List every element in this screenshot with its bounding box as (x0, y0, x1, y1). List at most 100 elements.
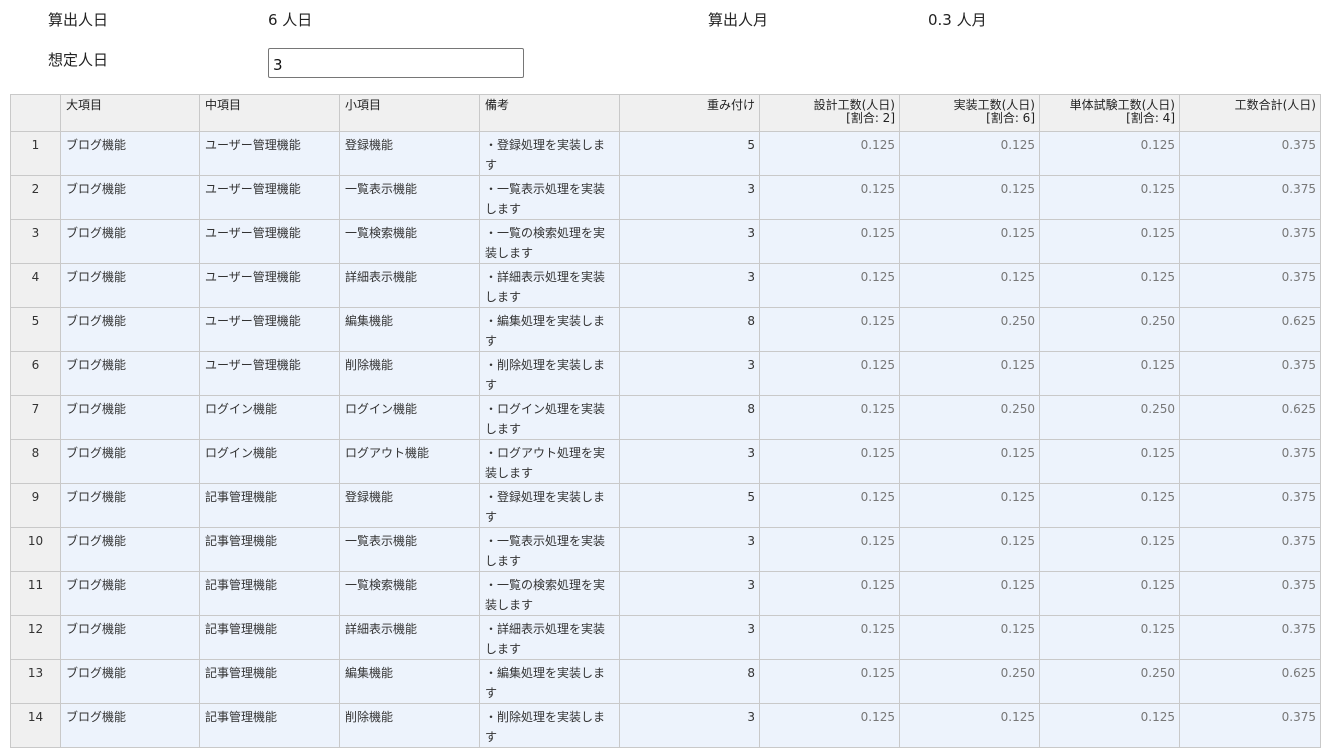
impl-effort-cell: 0.125 (899, 351, 1040, 396)
unit-test-effort-cell: 0.125 (1039, 263, 1180, 308)
unit-test-effort-cell: 0.125 (1039, 703, 1180, 748)
design-effort-cell: 0.125 (759, 615, 900, 660)
table-row[interactable]: 7 ブログ機能 ログイン機能 ログイン機能 ・ログイン処理を実装します 8 0.125 0.2… (10, 395, 1321, 440)
row-number: 7 (10, 395, 61, 440)
major-item-cell: ブログ機能 (60, 527, 200, 572)
total-effort-cell: 0.375 (1179, 571, 1321, 616)
middle-item-cell: ユーザー管理機能 (199, 219, 340, 264)
weight-cell: 3 (619, 571, 760, 616)
impl-effort-cell: 0.125 (899, 483, 1040, 528)
total-effort-cell: 0.375 (1179, 439, 1321, 484)
design-effort-cell: 0.125 (759, 439, 900, 484)
major-item-cell: ブログ機能 (60, 175, 200, 220)
calc-months-label: 算出人月 (708, 11, 769, 29)
note-cell: ・一覧表示処理を実装します (479, 175, 620, 220)
middle-item-cell: 記事管理機能 (199, 703, 340, 748)
unit-test-effort-cell: 0.125 (1039, 351, 1180, 396)
calc-months-value: 0.3 人月 (928, 11, 987, 29)
impl-effort-cell: 0.250 (899, 395, 1040, 440)
design-effort-cell: 0.125 (759, 659, 900, 704)
impl-effort-cell: 0.250 (899, 307, 1040, 352)
impl-effort-cell: 0.125 (899, 703, 1040, 748)
note-cell: ・編集処理を実装します (479, 659, 620, 704)
row-number: 10 (10, 527, 61, 572)
total-effort-cell: 0.375 (1179, 615, 1321, 660)
minor-item-cell: 一覧表示機能 (339, 175, 480, 220)
weight-cell: 8 (619, 307, 760, 352)
table-row[interactable]: 8 ブログ機能 ログイン機能 ログアウト機能 ・ログアウト処理を実装します 3 0.125 0… (10, 439, 1321, 484)
table-row[interactable]: 6 ブログ機能 ユーザー管理機能 削除機能 ・削除処理を実装します 3 0.125 0.125… (10, 351, 1321, 396)
minor-item-cell: 削除機能 (339, 703, 480, 748)
table-row[interactable]: 14 ブログ機能 記事管理機能 削除機能 ・削除処理を実装します 3 0.125 0.125 0… (10, 703, 1321, 748)
row-number: 4 (10, 263, 61, 308)
table-row[interactable]: 13 ブログ機能 記事管理機能 編集機能 ・編集処理を実装します 8 0.125 0.250 0… (10, 659, 1321, 704)
minor-item-cell: 詳細表示機能 (339, 615, 480, 660)
weight-cell: 3 (619, 527, 760, 572)
note-cell: ・ログアウト処理を実装します (479, 439, 620, 484)
design-effort-cell: 0.125 (759, 351, 900, 396)
major-item-cell: ブログ機能 (60, 439, 200, 484)
table-row[interactable]: 11 ブログ機能 記事管理機能 一覧検索機能 ・一覧の検索処理を実装します 3 0.125 0… (10, 571, 1321, 616)
header-total[interactable]: 工数合計(人日) (1179, 94, 1321, 132)
unit-test-effort-cell: 0.250 (1039, 659, 1180, 704)
middle-item-cell: ログイン機能 (199, 395, 340, 440)
middle-item-cell: ログイン機能 (199, 439, 340, 484)
row-number: 5 (10, 307, 61, 352)
design-effort-cell: 0.125 (759, 395, 900, 440)
row-number: 6 (10, 351, 61, 396)
major-item-cell: ブログ機能 (60, 483, 200, 528)
major-item-cell: ブログ機能 (60, 615, 200, 660)
weight-cell: 3 (619, 439, 760, 484)
header-design[interactable]: 設計工数(人日) [割合: 2] (759, 94, 900, 132)
major-item-cell: ブログ機能 (60, 571, 200, 616)
note-cell: ・一覧の検索処理を実装します (479, 571, 620, 616)
weight-cell: 8 (619, 659, 760, 704)
unit-test-effort-cell: 0.125 (1039, 571, 1180, 616)
impl-effort-cell: 0.125 (899, 175, 1040, 220)
impl-effort-cell: 0.125 (899, 263, 1040, 308)
major-item-cell: ブログ機能 (60, 395, 200, 440)
table-row[interactable]: 1 ブログ機能 ユーザー管理機能 登録機能 ・登録処理を実装します 5 0.125 0.125… (10, 131, 1321, 176)
weight-cell: 3 (619, 703, 760, 748)
minor-item-cell: 編集機能 (339, 659, 480, 704)
major-item-cell: ブログ機能 (60, 659, 200, 704)
header-note[interactable]: 備考 (479, 94, 620, 132)
estimate-table: 大項目 中項目 小項目 備考 重み付け 設計工数(人日) [割合: 2] 実装工… (10, 94, 1321, 748)
table-row[interactable]: 9 ブログ機能 記事管理機能 登録機能 ・登録処理を実装します 5 0.125 0.125 0.… (10, 483, 1321, 528)
assumed-days-input[interactable] (268, 48, 524, 78)
row-number: 9 (10, 483, 61, 528)
row-number: 14 (10, 703, 61, 748)
note-cell: ・ログイン処理を実装します (479, 395, 620, 440)
middle-item-cell: 記事管理機能 (199, 483, 340, 528)
unit-test-effort-cell: 0.125 (1039, 175, 1180, 220)
header-middle[interactable]: 中項目 (199, 94, 340, 132)
header-weight[interactable]: 重み付け (619, 94, 760, 132)
design-effort-cell: 0.125 (759, 131, 900, 176)
header-design-ratio: [割合: 2] (846, 111, 895, 125)
design-effort-cell: 0.125 (759, 703, 900, 748)
major-item-cell: ブログ機能 (60, 703, 200, 748)
middle-item-cell: 記事管理機能 (199, 571, 340, 616)
header-minor[interactable]: 小項目 (339, 94, 480, 132)
table-row[interactable]: 2 ブログ機能 ユーザー管理機能 一覧表示機能 ・一覧表示処理を実装します 3 0.125 0… (10, 175, 1321, 220)
table-row[interactable]: 3 ブログ機能 ユーザー管理機能 一覧検索機能 ・一覧の検索処理を実装します 3 0.125… (10, 219, 1321, 264)
unit-test-effort-cell: 0.250 (1039, 395, 1180, 440)
note-cell: ・編集処理を実装します (479, 307, 620, 352)
minor-item-cell: 編集機能 (339, 307, 480, 352)
assumed-days-label: 想定人日 (48, 51, 109, 69)
design-effort-cell: 0.125 (759, 307, 900, 352)
table-row[interactable]: 12 ブログ機能 記事管理機能 詳細表示機能 ・詳細表示処理を実装します 3 0.125 0.… (10, 615, 1321, 660)
middle-item-cell: 記事管理機能 (199, 615, 340, 660)
total-effort-cell: 0.625 (1179, 395, 1321, 440)
header-unit[interactable]: 単体試験工数(人日) [割合: 4] (1039, 94, 1180, 132)
table-row[interactable]: 10 ブログ機能 記事管理機能 一覧表示機能 ・一覧表示処理を実装します 3 0.125 0.… (10, 527, 1321, 572)
table-row[interactable]: 5 ブログ機能 ユーザー管理機能 編集機能 ・編集処理を実装します 8 0.125 0.250… (10, 307, 1321, 352)
weight-cell: 3 (619, 615, 760, 660)
unit-test-effort-cell: 0.125 (1039, 615, 1180, 660)
table-row[interactable]: 4 ブログ機能 ユーザー管理機能 詳細表示機能 ・詳細表示処理を実装します 3 0.125 0… (10, 263, 1321, 308)
impl-effort-cell: 0.125 (899, 219, 1040, 264)
major-item-cell: ブログ機能 (60, 131, 200, 176)
impl-effort-cell: 0.125 (899, 131, 1040, 176)
header-impl[interactable]: 実装工数(人日) [割合: 6] (899, 94, 1040, 132)
header-major[interactable]: 大項目 (60, 94, 200, 132)
